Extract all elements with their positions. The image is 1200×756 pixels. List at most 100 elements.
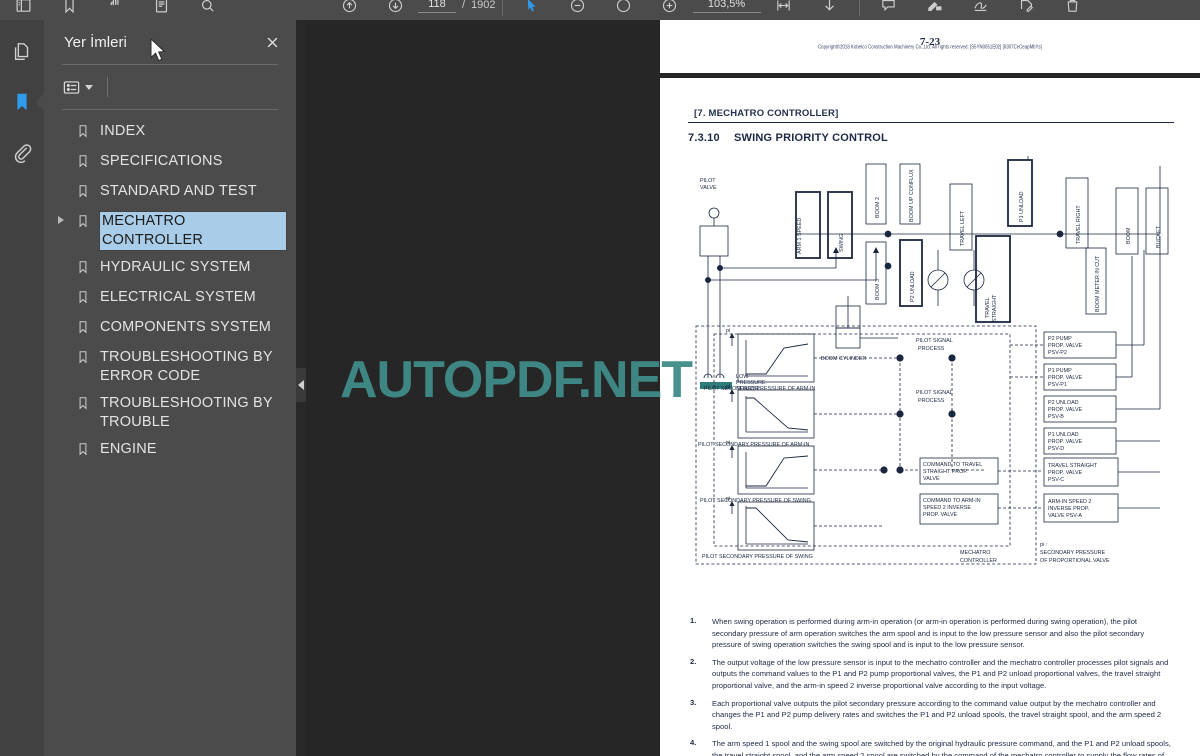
note-number: 3. xyxy=(690,697,697,707)
page-number-input[interactable] xyxy=(418,0,456,13)
bookmark-item-label: ENGINE xyxy=(100,441,157,457)
draw-icon[interactable] xyxy=(958,0,1004,20)
chevron-down-icon xyxy=(85,84,93,90)
valve-box-5-line2: PROP. VALVE xyxy=(1048,470,1083,476)
page-next-icon[interactable] xyxy=(372,0,418,20)
valve-box-2-line1: P1 PUMP xyxy=(1048,368,1072,374)
bookmark-item[interactable]: HYDRAULIC SYSTEM xyxy=(44,254,296,284)
document-viewer[interactable]: 7-23 Copyright©2018 Kobelco Construction… xyxy=(306,20,1200,756)
section-header: [7. MECHATRO CONTROLLER] xyxy=(694,108,839,119)
bookmark-options-button[interactable] xyxy=(62,78,93,97)
notes-list: 1. When swing operation is performed duri… xyxy=(688,616,1174,756)
signature-icon[interactable] xyxy=(1004,0,1050,20)
hydraulic-circuit-diagram: PILOT VALVE LOW PRESSURE SENSOR BOOM CYL… xyxy=(688,156,1174,608)
controller-label-line1: MECHATRO xyxy=(960,550,990,556)
bookmark-icon xyxy=(76,319,92,340)
spool-label-swing: SWING xyxy=(839,234,845,252)
bookmark-icon xyxy=(76,349,92,370)
valve-box-4-line3: PSV-D xyxy=(1048,446,1064,452)
download-icon[interactable] xyxy=(807,0,853,20)
chevron-left-icon xyxy=(298,380,304,390)
page-title: 7.3.10 SWING PRIORITY CONTROL xyxy=(688,132,1174,144)
command-box-2-line3: PROP. VALVE xyxy=(923,512,958,518)
valve-box-3-line3: PSV-B xyxy=(1048,414,1064,420)
legend-line1: pi : xyxy=(1040,542,1047,548)
zoom-level-input[interactable] xyxy=(692,0,761,13)
note-text: The arm speed 1 spool and the swing spoo… xyxy=(712,739,1171,756)
bookmark-item[interactable]: ELECTRICAL SYSTEM xyxy=(44,284,296,314)
note-number: 4. xyxy=(690,738,697,748)
bookmarks-panel-header: Yer İmleri xyxy=(44,20,296,64)
spool-label-boom2: BOOM 2 xyxy=(875,197,881,218)
diagram-label-boom-cylinder: BOOM CYLINDER xyxy=(821,356,866,362)
document-icon[interactable] xyxy=(138,0,184,20)
toolbar-left-group xyxy=(0,0,230,20)
rail-item-pages[interactable] xyxy=(8,38,36,66)
search-icon[interactable] xyxy=(184,0,230,20)
rail-item-bookmarks[interactable] xyxy=(8,88,46,116)
page-total: 1902 xyxy=(471,0,496,11)
bookmark-item[interactable]: STANDARD AND TEST xyxy=(44,178,296,208)
diagram-label-pilot-valve-2: VALVE xyxy=(700,185,717,191)
rail-item-attachments[interactable] xyxy=(8,138,36,166)
bookmark-icon[interactable] xyxy=(46,0,92,20)
note-item: 1. When swing operation is performed duri… xyxy=(690,616,1174,651)
chevron-right-icon[interactable] xyxy=(58,216,64,224)
header-rule xyxy=(688,122,1174,123)
bookmark-item[interactable]: SPECIFICATIONS xyxy=(44,148,296,178)
pan-hand-icon[interactable] xyxy=(92,0,138,20)
valve-box-4-line2: PROP. VALVE xyxy=(1048,439,1083,445)
bookmark-item-label: ELECTRICAL SYSTEM xyxy=(100,289,256,305)
bookmark-icon xyxy=(76,441,92,462)
note-number: 2. xyxy=(690,656,697,666)
heading-number: 7.3.10 xyxy=(688,132,720,144)
bookmark-icon xyxy=(76,153,92,174)
graph-caption-2: PILOT SECONDARY PRESSURE OF ARM-IN xyxy=(698,442,810,448)
toolbar-divider-2 xyxy=(858,0,860,16)
valve-box-3-line1: P2 UNLOAD xyxy=(1048,400,1079,406)
process-box-1-line2: PROCESS xyxy=(918,346,945,352)
process-box-1-line1: PILOT SIGNAL xyxy=(916,338,953,344)
bookmarks-toolbar-divider xyxy=(107,77,108,97)
zoom-out-icon[interactable] xyxy=(555,0,601,20)
legend-line3: OF PROPORTIONAL VALVE xyxy=(1040,558,1110,564)
close-icon[interactable] xyxy=(262,32,282,52)
bookmark-item-label: STANDARD AND TEST xyxy=(100,183,257,199)
bookmark-icon xyxy=(76,183,92,204)
spool-label-travelstraight-2: STRAIGHT xyxy=(992,294,998,322)
spool-label-boomupconflux: BOOM UP CONFLUX xyxy=(909,169,915,222)
zoom-reset-icon[interactable] xyxy=(601,0,647,20)
zoom-in-icon[interactable] xyxy=(647,0,693,20)
command-box-2-line1: COMMAND TO ARM-IN xyxy=(923,498,981,504)
select-tool-icon[interactable] xyxy=(509,0,555,20)
bookmark-item[interactable]: INDEX xyxy=(44,118,296,148)
note-item: 3. Each proportional valve outputs the pi… xyxy=(690,698,1174,733)
valve-box-1-line2: PROP. VALVE xyxy=(1048,343,1083,349)
spool-label-boommeterincut: BOOM METER IN CUT xyxy=(1095,255,1101,312)
bookmark-item[interactable]: TROUBLESHOOTING BY ERROR CODE xyxy=(44,344,296,390)
note-text: When swing operation is performed during… xyxy=(712,617,1145,650)
controller-label-line2: CONTROLLER xyxy=(960,558,997,564)
diagram-label-pilot-valve: PILOT xyxy=(700,178,716,184)
bookmark-item[interactable]: TROUBLESHOOTING BY TROUBLE xyxy=(44,390,296,436)
bookmark-item[interactable]: ENGINE xyxy=(44,436,296,466)
pdf-page-current: [7. MECHATRO CONTROLLER] 7.3.10 SWING PRI… xyxy=(660,78,1200,756)
comment-icon[interactable] xyxy=(866,0,912,20)
process-box-2-line1: PILOT SIGNAL xyxy=(916,390,953,396)
delete-icon[interactable] xyxy=(1050,0,1096,20)
panel-collapse-handle[interactable] xyxy=(296,368,306,402)
valve-box-5-line3: PSV-C xyxy=(1048,477,1064,483)
bookmark-item[interactable]: COMPONENTS SYSTEM xyxy=(44,314,296,344)
note-item: 2. The output voltage of the low pressure… xyxy=(690,657,1174,692)
fit-width-icon[interactable] xyxy=(761,0,807,20)
legend-line2: SECONDARY PRESSURE xyxy=(1040,550,1106,556)
page-previous-icon[interactable] xyxy=(326,0,372,20)
spool-label-travelright: TRAVEL RIGHT xyxy=(1076,205,1082,244)
highlight-icon[interactable] xyxy=(912,0,958,20)
sidebar-toggle-icon[interactable] xyxy=(0,0,46,20)
valve-box-6-line2: INVERSE PROP. xyxy=(1048,506,1089,512)
bookmark-item[interactable]: MECHATRO CONTROLLER xyxy=(44,208,296,254)
bookmark-item-label: COMPONENTS SYSTEM xyxy=(100,319,271,335)
valve-box-4-line1: P1 UNLOAD xyxy=(1048,432,1079,438)
bookmark-item-label: MECHATRO CONTROLLER xyxy=(99,211,287,251)
